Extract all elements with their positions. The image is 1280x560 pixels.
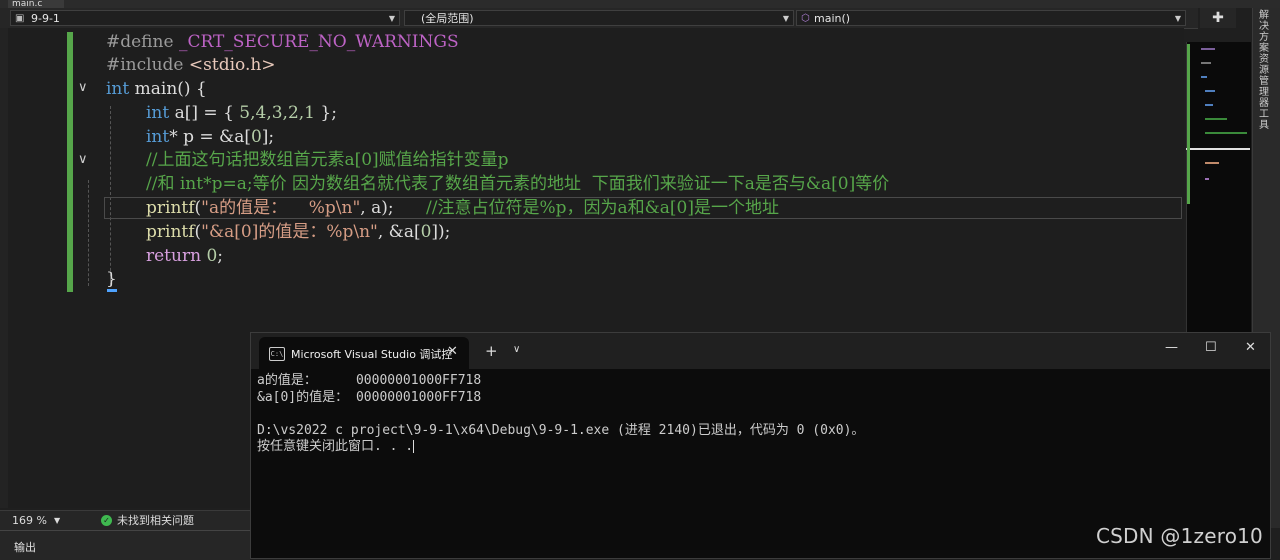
code-line-1[interactable]: #define _CRT_SECURE_NO_WARNINGS — [106, 30, 459, 54]
code-line-3[interactable]: int main() { — [106, 77, 207, 101]
code-text: a[] = { — [174, 103, 240, 123]
code-line-2[interactable]: #include <stdio.h> — [106, 53, 276, 77]
chevron-down-icon: ▼ — [388, 14, 395, 23]
code-line-7[interactable]: //和 int*p=a;等价 因为数组名就代表了数组首元素的地址 下面我们来验证… — [146, 172, 889, 196]
code-text: } — [106, 269, 117, 289]
keyword: int — [106, 79, 130, 99]
chevron-down-icon[interactable]: ▼ — [54, 511, 60, 530]
close-tab-icon[interactable]: ✕ — [447, 344, 458, 359]
function-dropdown[interactable]: ⬡ main() ▼ — [796, 10, 1186, 26]
console-line: &a[0]的值是： 00000001000FF718 — [257, 389, 482, 405]
minimap-line — [1205, 162, 1219, 164]
code-text: , &a[ — [377, 222, 421, 242]
minimap-change-bar — [1187, 44, 1190, 204]
zoom-level[interactable]: 169 % — [12, 511, 47, 530]
change-tracking-bar — [67, 32, 73, 292]
preprocessor-directive: #include — [106, 55, 184, 75]
cube-icon: ⬡ — [801, 13, 810, 24]
console-tab-title: Microsoft Visual Studio 调试控 — [291, 348, 453, 361]
macro-name: _CRT_SECURE_NO_WARNINGS — [178, 32, 459, 52]
code-text: , a); — [360, 198, 394, 218]
split-editor-button[interactable]: ✚ — [1200, 8, 1236, 28]
solution-explorer-tab[interactable]: 解决方案资源管理器 工具 — [1259, 10, 1271, 131]
function-label: main() — [814, 12, 851, 25]
close-window-icon[interactable]: ✕ — [1245, 340, 1256, 355]
project-label: 9-9-1 — [31, 12, 60, 25]
scope-dropdown[interactable]: (全局范围) ▼ — [404, 10, 794, 26]
code-line-8[interactable]: printf("a的值是： %p\n", a); //注意占位符是%p，因为a和… — [146, 196, 779, 220]
preprocessor-directive: #define — [106, 32, 174, 52]
number-literal: 5,4,3,2,1 — [239, 103, 315, 123]
include-header: <stdio.h> — [188, 55, 276, 75]
number-literal: 0 — [206, 246, 218, 266]
document-tab-strip — [0, 0, 1280, 8]
fold-chevron-icon[interactable]: ∨ — [78, 80, 88, 95]
keyword: int — [146, 103, 170, 123]
number-literal: 0 — [250, 127, 262, 147]
project-dropdown[interactable]: ▣ 9-9-1 ▼ — [10, 10, 400, 26]
editor-status-bar: 169 % ▼ ✓ 未找到相关问题 — [0, 510, 250, 530]
code-comment: //上面这句话把数组首元素a[0]赋值给指针变量p — [146, 150, 509, 170]
indent-guide — [88, 180, 89, 286]
minimize-icon[interactable]: — — [1165, 340, 1178, 355]
code-line-10[interactable]: return 0; — [146, 244, 223, 268]
string-literal: "&a[0]的值是：%p\n" — [201, 222, 378, 242]
console-caret — [413, 440, 415, 453]
issues-status[interactable]: 未找到相关问题 — [117, 511, 194, 530]
code-comment: //注意占位符是%p，因为a和&a[0]是一个地址 — [393, 198, 779, 218]
console-line: D:\vs2022 c project\9-9-1\x64\Debug\9-9-… — [257, 422, 865, 438]
code-line-11[interactable]: } — [106, 267, 117, 291]
string-literal: "a的值是： %p\n" — [201, 198, 361, 218]
code-text: }; — [315, 103, 337, 123]
minimap-viewport[interactable] — [1186, 42, 1250, 150]
output-panel: 输出 — [0, 530, 250, 560]
number-literal: 0 — [420, 222, 432, 242]
code-text: ; — [217, 246, 224, 266]
chevron-down-icon: ▼ — [1174, 14, 1181, 23]
scope-label: (全局范围) — [421, 12, 474, 25]
console-icon: C:\ — [269, 347, 285, 361]
code-line-6[interactable]: //上面这句话把数组首元素a[0]赋值给指针变量p — [146, 148, 509, 172]
maximize-icon[interactable]: ☐ — [1205, 340, 1217, 355]
document-tab-main-c[interactable]: main.c — [8, 0, 64, 8]
keyword: return — [146, 246, 202, 266]
function-name: printf — [146, 198, 195, 218]
code-line-4[interactable]: int a[] = { 5,4,3,2,1 }; — [146, 101, 337, 125]
function-name: printf — [146, 222, 195, 242]
console-line: 按任意键关闭此窗口. . . — [257, 439, 414, 454]
text-caret — [107, 289, 117, 292]
chevron-down-icon[interactable]: ∨ — [513, 344, 520, 355]
console-line-prompt: 按任意键关闭此窗口. . . — [257, 439, 1257, 456]
console-line: a的值是： 00000001000FF718 — [257, 373, 482, 388]
keyword: int — [146, 127, 170, 147]
navigation-bar: ▣ 9-9-1 ▼ (全局范围) ▼ ⬡ main() ▼ — [0, 8, 1198, 29]
console-title-bar[interactable]: C:\ Microsoft Visual Studio 调试控 ✕ + ∨ — … — [251, 333, 1270, 369]
chevron-down-icon: ▼ — [782, 14, 789, 23]
output-panel-title[interactable]: 输出 — [14, 539, 36, 555]
indent-guide — [110, 106, 111, 286]
code-text: * p = &a[ — [169, 127, 251, 147]
code-text: ]); — [431, 222, 451, 242]
left-gutter — [0, 28, 8, 508]
code-comment: //和 int*p=a;等价 因为数组名就代表了数组首元素的地址 下面我们来验证… — [146, 174, 890, 194]
minimap-line — [1205, 178, 1209, 180]
console-output[interactable]: a的值是： 00000001000FF718 &a[0]的值是： 00000001… — [257, 373, 1257, 456]
watermark: CSDN @1zero10 — [1096, 524, 1263, 548]
check-icon: ✓ — [101, 515, 112, 526]
new-tab-icon[interactable]: + — [485, 342, 498, 360]
fold-chevron-icon[interactable]: ∨ — [78, 152, 88, 167]
code-line-9[interactable]: printf("&a[0]的值是：%p\n", &a[0]); — [146, 220, 450, 244]
code-line-5[interactable]: int* p = &a[0]; — [146, 125, 274, 149]
console-tab[interactable]: C:\ Microsoft Visual Studio 调试控 ✕ — [259, 337, 469, 369]
code-text: main() { — [134, 79, 207, 99]
project-icon: ▣ — [15, 13, 25, 24]
code-text: ]; — [261, 127, 275, 147]
